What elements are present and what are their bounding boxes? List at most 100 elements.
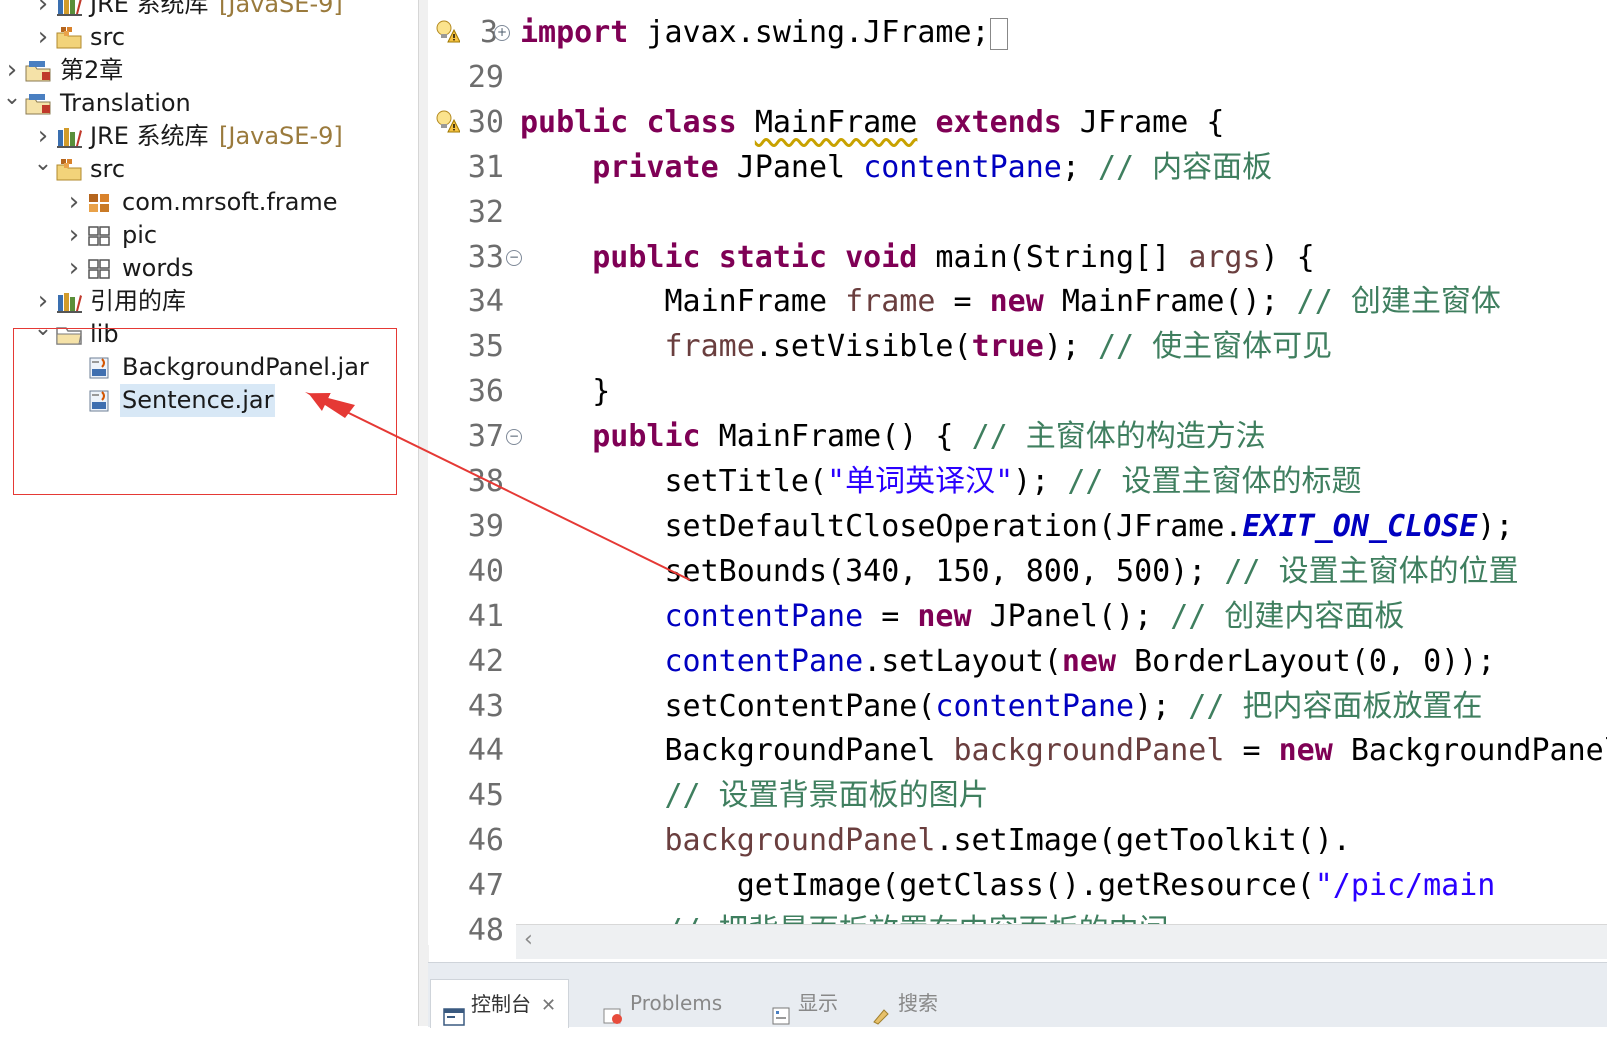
tree-item[interactable]: › JRE 系统库 [JavaSE-9] xyxy=(0,120,418,153)
library-icon xyxy=(55,289,83,315)
tree-item-label: 引用的库 xyxy=(90,287,186,315)
line-number: 41 xyxy=(467,598,504,634)
tree-item[interactable]: ⌄ src xyxy=(0,153,418,186)
code-token: ; xyxy=(1061,149,1098,185)
tree-item[interactable]: › src xyxy=(0,21,418,54)
chevron-right-icon[interactable]: › xyxy=(64,252,84,285)
code-token: main(String[] xyxy=(917,239,1189,275)
chevron-right-icon[interactable]: › xyxy=(33,0,53,21)
code-line[interactable]: setBounds(340, 150, 800, 500); // 设置主窗体的… xyxy=(520,549,1518,594)
tab-console[interactable]: 控制台 ✕ xyxy=(430,979,570,1028)
tree-item[interactable]: › com.mrsoft.frame xyxy=(0,186,418,219)
package-explorer: › JRE 系统库 [JavaSE-9] › src › 第2章 ⌄ Translation › J… xyxy=(0,0,418,1026)
code-editor[interactable]: 3 29 30 31 32 33 34 35 36 37 38 39 40 41 42 43 44 45 46 47 4… xyxy=(428,0,1607,945)
tab-label: 控制台 xyxy=(471,992,531,1016)
chevron-down-icon[interactable]: ⌄ xyxy=(33,153,53,186)
tree-item[interactable]: ⌄ Translation xyxy=(0,87,418,120)
line-number: 38 xyxy=(467,464,504,499)
horizontal-scrollbar[interactable]: ‹ xyxy=(516,924,1607,959)
code-area[interactable]: import javax.swing.JFrame; public class M… xyxy=(520,0,1607,945)
code-line[interactable]: setDefaultCloseOperation(JFrame.EXIT_ON_… xyxy=(520,504,1513,549)
empty-package-icon xyxy=(86,256,114,282)
code-line[interactable]: frame.setVisible(true); // 使主窗体可见 xyxy=(520,324,1333,369)
tree-item-label: JRE 系统库 xyxy=(90,122,209,150)
close-icon[interactable]: ✕ xyxy=(541,995,556,1016)
chevron-right-icon[interactable]: › xyxy=(33,120,53,153)
chevron-down-icon[interactable]: ⌄ xyxy=(2,87,22,120)
tree-item[interactable]: › 引用的库 xyxy=(0,285,418,318)
display-icon xyxy=(770,995,792,1024)
warning-bulb-icon[interactable] xyxy=(434,18,461,44)
code-token: ); xyxy=(1477,508,1514,544)
code-line[interactable]: public static void main(String[] args) { xyxy=(520,235,1315,280)
code-token: } xyxy=(520,374,611,410)
code-token: contentPane xyxy=(664,598,864,634)
chevron-right-icon[interactable]: › xyxy=(64,186,84,219)
code-token: backgroundPanel xyxy=(664,823,936,859)
code-token: extends xyxy=(935,104,1062,140)
code-line[interactable]: private JPanel contentPane; // 内容面板 xyxy=(520,145,1272,190)
code-line[interactable]: BackgroundPanel backgroundPanel = new Ba… xyxy=(520,728,1607,773)
chevron-right-icon[interactable]: › xyxy=(33,285,53,318)
line-number: 32 xyxy=(467,194,504,230)
code-token: BackgroundPanel(); xyxy=(1350,733,1607,769)
code-token: MainFrame(); xyxy=(1043,284,1297,320)
code-line[interactable]: getImage(getClass().getResource("/pic/ma… xyxy=(520,863,1496,908)
code-line[interactable]: MainFrame frame = new MainFrame(); // 创建… xyxy=(520,279,1501,324)
project-icon xyxy=(24,91,52,117)
line-number: 43 xyxy=(467,688,504,724)
code-token: MainFrame xyxy=(520,284,846,320)
code-token: public xyxy=(592,239,701,275)
line-number: 33 xyxy=(467,239,504,275)
line-number: 40 xyxy=(467,553,504,589)
code-token: contentPane xyxy=(863,149,1062,185)
tree-item-decoration: [JavaSE-9] xyxy=(219,122,343,150)
chevron-right-icon[interactable]: › xyxy=(2,54,22,87)
library-icon xyxy=(55,0,83,18)
code-line[interactable]: contentPane = new JPanel(); // 创建内容面板 xyxy=(520,594,1405,639)
code-line[interactable]: public MainFrame() { // 主窗体的构造方法 xyxy=(520,414,1266,459)
code-token: new xyxy=(989,284,1044,320)
code-token: MainFrame() { xyxy=(700,419,972,455)
tree-item[interactable]: › JRE 系统库 [JavaSE-9] xyxy=(0,0,418,21)
code-token: getImage(getClass().getResource( xyxy=(520,868,1315,904)
chevron-right-icon[interactable]: › xyxy=(64,219,84,252)
tab-problems[interactable]: Problems xyxy=(602,979,722,1027)
warning-bulb-icon[interactable] xyxy=(434,108,461,134)
code-token: new xyxy=(1278,733,1333,769)
code-line[interactable]: contentPane.setLayout(new BorderLayout(0… xyxy=(520,639,1496,684)
line-number: 42 xyxy=(467,643,504,679)
code-token: BorderLayout(0, 0)); xyxy=(1116,643,1496,679)
chevron-right-icon[interactable]: › xyxy=(33,21,53,54)
code-token: .setLayout( xyxy=(863,643,1062,679)
line-number: 36 xyxy=(467,374,504,410)
scroll-left-icon[interactable]: ‹ xyxy=(524,927,533,952)
tree-item[interactable]: › pic xyxy=(0,219,418,252)
tree-item-label: src xyxy=(90,23,126,51)
code-token: // 创建主窗体 xyxy=(1296,284,1501,320)
problems-icon xyxy=(602,995,624,1024)
expand-fold-icon[interactable]: + xyxy=(494,25,510,41)
tab-display[interactable]: 显示 xyxy=(770,979,838,1027)
search-icon xyxy=(870,995,892,1025)
tree-item[interactable]: › 第2章 xyxy=(0,54,418,87)
code-line[interactable]: public class MainFrame extends JFrame { xyxy=(520,100,1224,145)
code-line[interactable]: } xyxy=(520,369,610,414)
code-token: JFrame { xyxy=(1061,104,1225,140)
tab-search[interactable]: 搜索 xyxy=(870,979,938,1027)
code-line[interactable]: setContentPane(contentPane); // 把内容面板放置在 xyxy=(520,684,1482,729)
tree-item[interactable]: › words xyxy=(0,252,418,285)
code-line[interactable]: setTitle("单词英译汉"); // 设置主窗体的标题 xyxy=(520,459,1361,504)
code-token: void xyxy=(845,239,918,275)
console-icon xyxy=(443,996,465,1026)
code-line[interactable]: // 设置背景面板的图片 xyxy=(520,773,989,818)
code-line[interactable]: backgroundPanel.setImage(getToolkit(). xyxy=(520,818,1351,863)
code-line[interactable]: import javax.swing.JFrame; xyxy=(520,10,1008,55)
code-token: new xyxy=(917,598,972,634)
